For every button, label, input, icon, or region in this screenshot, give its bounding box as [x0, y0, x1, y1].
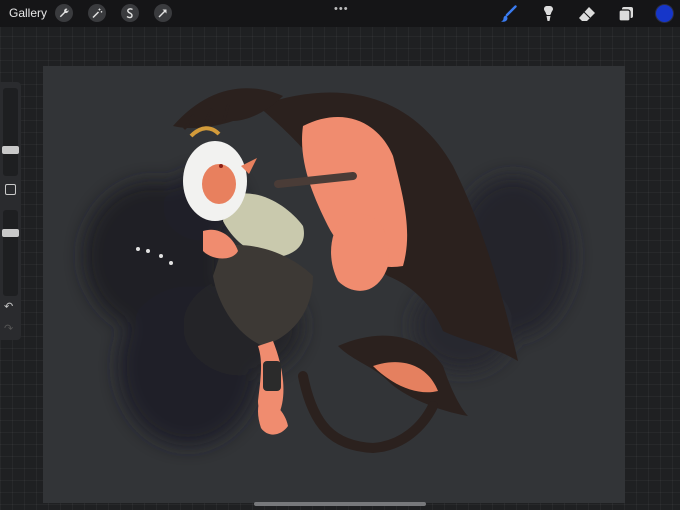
home-indicator[interactable] — [254, 502, 426, 506]
leg-wrap — [263, 361, 281, 391]
opacity-thumb[interactable] — [2, 229, 19, 237]
wing-skin-panel-lower — [331, 213, 389, 291]
eraser-icon[interactable] — [577, 4, 597, 24]
smudge-icon[interactable] — [538, 4, 558, 24]
brush-size-slider[interactable] — [3, 88, 18, 176]
drawing-canvas[interactable] — [43, 66, 625, 503]
opacity-slider[interactable] — [3, 210, 18, 296]
brush-icon[interactable] — [499, 4, 519, 24]
wrench-icon[interactable] — [55, 4, 73, 22]
magic-wand-icon[interactable] — [88, 4, 106, 22]
hair-bow — [189, 126, 221, 138]
more-menu-icon[interactable]: ••• — [334, 3, 349, 15]
face — [202, 164, 236, 204]
redo-button[interactable]: ↷ — [4, 322, 13, 335]
artwork-illustration — [83, 88, 573, 454]
transform-arrow-icon[interactable] — [154, 4, 172, 22]
layers-icon[interactable] — [616, 4, 636, 24]
gallery-button[interactable]: Gallery — [9, 6, 47, 20]
modify-button[interactable] — [5, 184, 16, 195]
undo-button[interactable]: ↶ — [4, 300, 13, 313]
sidebar: ↶ ↷ — [0, 82, 21, 340]
brush-size-thumb[interactable] — [2, 146, 19, 154]
top-toolbar: Gallery ••• — [0, 0, 680, 27]
selection-icon[interactable] — [121, 4, 139, 22]
color-picker-button[interactable] — [656, 5, 673, 22]
